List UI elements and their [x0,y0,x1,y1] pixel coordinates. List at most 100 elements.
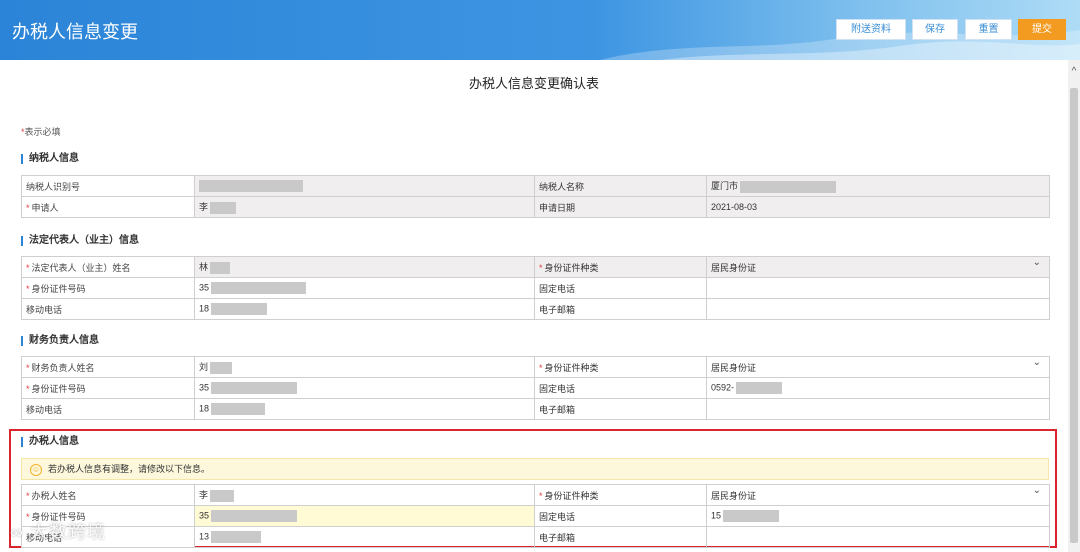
legal-mobile-label: 移动电话 [21,298,195,320]
table-row: 移动电话 13 电子邮箱 [21,526,1050,548]
finance-mobile-field[interactable]: 18 [194,398,535,420]
masked-value [211,303,268,315]
finance-phone-field[interactable]: 0592- [706,377,1050,399]
finance-mobile-label: 移动电话 [21,398,195,420]
finance-email-label: 电子邮箱 [534,398,707,420]
watermark-logo-icon: ∞ [10,522,24,542]
agent-name-field[interactable]: 李 [194,484,535,506]
agent-name-label: * 办税人姓名 [21,484,195,506]
applicant-label: * 申请人 [21,196,195,218]
masked-value [736,382,783,394]
taxpayer-name-field: 厦门市 [706,175,1050,197]
finance-name-field[interactable]: 刘 [194,356,535,378]
taxpayer-table: 纳税人识别号 纳税人名称 厦门市 * 申请人 李 申请日期 2021-08-03 [21,175,1050,218]
table-row: * 财务负责人姓名 刘 * 身份证件种类 居民身份证 ⌄ [21,356,1050,378]
legal-id-no-field: 35 [194,277,535,299]
finance-id-no-field[interactable]: 35 [194,377,535,399]
section-title-agent: 办税人信息 [21,437,79,447]
masked-value [210,361,233,374]
taxpayer-name-value: 厦门市 [711,181,739,192]
legal-name-value: 林 [199,262,209,273]
taxpayer-id-field [194,175,535,197]
notice-banner: ☺ 若办税人信息有调整，请修改以下信息。 [21,458,1049,480]
agent-phone-field[interactable]: 15 [706,505,1050,527]
chevron-down-icon[interactable]: ⌄ [1033,358,1041,369]
finance-id-type-value: 居民身份证 [711,362,757,373]
masked-value [211,510,298,522]
finance-email-field[interactable] [706,398,1050,420]
agent-mobile-value: 13 [199,531,210,542]
taxpayer-name-label: 纳税人名称 [534,175,707,197]
table-row: * 办税人姓名 李 * 身份证件种类 居民身份证 ⌄ [21,484,1050,506]
masked-value [210,261,231,274]
finance-phone-label: 固定电话 [534,377,707,399]
finance-name-label: * 财务负责人姓名 [21,356,195,378]
masked-value [199,180,303,192]
table-row: 移动电话 18 电子邮箱 [21,298,1050,320]
agent-id-type-select[interactable]: 居民身份证 ⌄ [706,484,1050,506]
finance-phone-value: 0592- [711,382,735,393]
masked-value [210,489,235,502]
header-bar: 办税人信息变更 附送资料 保存 重置 提交 [0,0,1080,60]
chevron-down-icon[interactable]: ⌄ [1033,486,1041,497]
legal-id-type-label: * 身份证件种类 [534,256,707,278]
required-note: *表示必填 [21,125,61,138]
masked-value [723,510,780,522]
taxpayer-id-label: 纳税人识别号 [21,175,195,197]
table-row: 纳税人识别号 纳税人名称 厦门市 [21,175,1050,197]
applicant-value: 李 [199,202,209,213]
legal-id-type-value: 居民身份证 [711,262,757,273]
masked-value [740,180,837,193]
apply-date-value: 2021-08-03 [706,196,1050,218]
agent-phone-value: 15 [711,510,722,521]
legal-email-field [706,298,1050,320]
vertical-scrollbar[interactable]: ^ [1068,60,1080,552]
required-note-text: 表示必填 [24,127,61,137]
agent-phone-label: 固定电话 [534,505,707,527]
agent-email-label: 电子邮箱 [534,526,707,548]
table-row: * 身份证件号码 35 固定电话 15 [21,505,1050,527]
submit-button[interactable]: 提交 [1018,19,1066,40]
legal-id-no-label: * 身份证件号码 [21,277,195,299]
attach-materials-button[interactable]: 附送资料 [836,19,906,40]
applicant-field: 李 [194,196,535,218]
legal-table: * 法定代表人（业主）姓名 林 * 身份证件种类 居民身份证 ⌄ * 身份证件号码 35… [21,256,1050,320]
watermark: ∞ 大数跨境 [10,518,106,544]
notice-text: 若办税人信息有调整，请修改以下信息。 [48,464,211,474]
legal-email-label: 电子邮箱 [534,298,707,320]
table-row: * 身份证件号码 35 固定电话 [21,277,1050,299]
table-row: 移动电话 18 电子邮箱 [21,398,1050,420]
chevron-down-icon[interactable]: ⌄ [1033,258,1041,269]
scrollbar-thumb[interactable] [1070,88,1078,543]
finance-id-no-value: 35 [199,382,210,393]
finance-id-type-label: * 身份证件种类 [534,356,707,378]
page-title: 办税人信息变更 [12,22,138,42]
masked-value [211,531,262,543]
agent-name-value: 李 [199,490,209,501]
table-row: * 身份证件号码 35 固定电话 0592- [21,377,1050,399]
finance-mobile-value: 18 [199,403,210,414]
watermark-text: 大数跨境 [29,522,106,542]
legal-name-label: * 法定代表人（业主）姓名 [21,256,195,278]
agent-id-no-field[interactable]: 35 [194,505,535,527]
agent-mobile-field[interactable]: 13 [194,526,535,548]
scroll-up-icon[interactable]: ^ [1070,67,1078,77]
apply-date-label: 申请日期 [534,196,707,218]
agent-id-type-label: * 身份证件种类 [534,484,707,506]
legal-mobile-value: 18 [199,303,210,314]
finance-table: * 财务负责人姓名 刘 * 身份证件种类 居民身份证 ⌄ * 身份证件号码 35 固定电… [21,356,1050,420]
legal-mobile-field: 18 [194,298,535,320]
masked-value [211,282,307,294]
section-title-taxpayer: 纳税人信息 [21,154,79,164]
agent-id-no-value: 35 [199,510,210,521]
masked-value [210,201,237,214]
save-button[interactable]: 保存 [912,19,958,40]
legal-id-type-select[interactable]: 居民身份证 ⌄ [706,256,1050,278]
table-row: * 申请人 李 申请日期 2021-08-03 [21,196,1050,218]
finance-id-type-select[interactable]: 居民身份证 ⌄ [706,356,1050,378]
legal-name-field: 林 [194,256,535,278]
agent-id-type-value: 居民身份证 [711,490,757,501]
smile-icon: ☺ [30,463,42,476]
agent-email-field[interactable] [706,526,1050,548]
reset-button[interactable]: 重置 [965,19,1012,40]
